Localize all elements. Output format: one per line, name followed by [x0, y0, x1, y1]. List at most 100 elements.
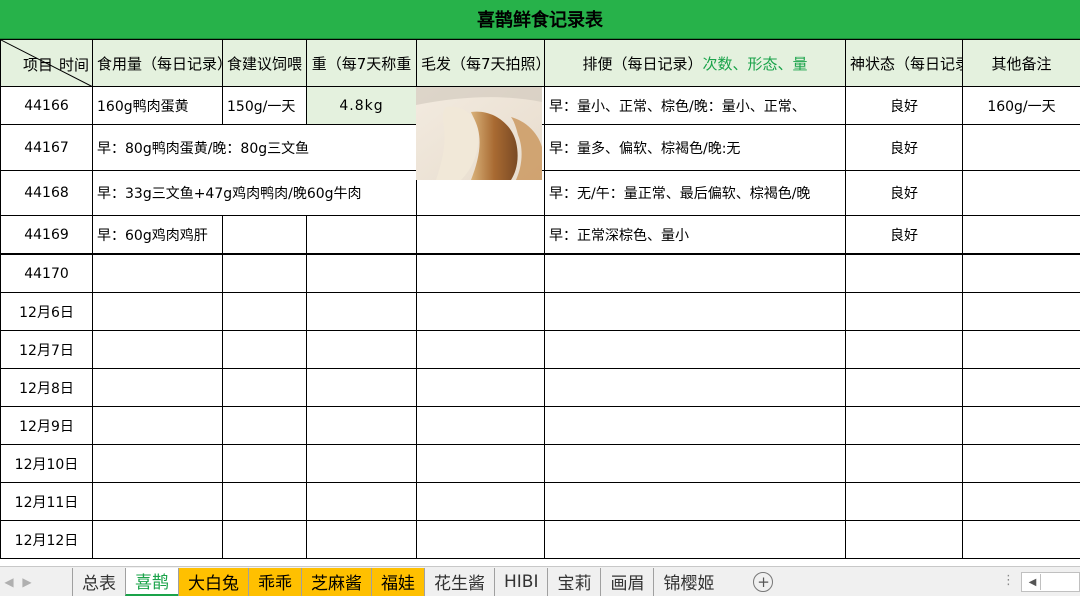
cell-empty[interactable]	[306, 254, 417, 293]
cell-stool[interactable]: 早：无/午：量正常、最后偏软、棕褐色/晚	[544, 170, 846, 216]
header-notes[interactable]: 其他备注	[962, 39, 1080, 87]
sheet-tab[interactable]: 花生酱	[424, 567, 494, 596]
cell-empty[interactable]	[962, 254, 1080, 293]
cell-id[interactable]: 44166	[0, 86, 93, 125]
cell-empty[interactable]	[222, 520, 307, 559]
cell-empty[interactable]	[92, 406, 223, 445]
cell-empty[interactable]	[306, 482, 417, 521]
cell-weight[interactable]	[306, 215, 417, 254]
header-suggest[interactable]: 食建议饲喂	[222, 39, 307, 87]
sheet-tab[interactable]: 福娃	[371, 567, 424, 596]
scroll-left-arrow-icon[interactable]: ◀	[1025, 574, 1041, 590]
cell-empty[interactable]	[962, 482, 1080, 521]
cell-empty[interactable]	[845, 482, 963, 521]
cell-empty[interactable]	[306, 520, 417, 559]
sheet-tab[interactable]: 大白兔	[178, 567, 248, 596]
cell-empty[interactable]	[962, 368, 1080, 407]
cell-empty[interactable]	[962, 292, 1080, 331]
cell-empty[interactable]	[544, 406, 846, 445]
cell-empty[interactable]	[306, 330, 417, 369]
scroll-right-icon[interactable]: ▶	[18, 575, 36, 589]
cell-notes[interactable]	[962, 215, 1080, 254]
cell-empty[interactable]	[306, 444, 417, 483]
header-weight[interactable]: 重（每7天称重	[306, 39, 417, 87]
cell-empty[interactable]	[544, 292, 846, 331]
cell-empty[interactable]	[962, 406, 1080, 445]
cell-empty[interactable]	[92, 482, 223, 521]
cell-empty[interactable]	[92, 254, 223, 293]
cell-date[interactable]: 12月6日	[0, 292, 93, 331]
cell-stool[interactable]: 早：正常深棕色、量小	[544, 215, 846, 254]
cell-date[interactable]: 12月7日	[0, 330, 93, 369]
cell-empty[interactable]	[92, 520, 223, 559]
cell-empty[interactable]	[544, 482, 846, 521]
cell-empty[interactable]	[962, 520, 1080, 559]
sheet-tab[interactable]: HIBI	[494, 567, 547, 596]
cell-empty[interactable]	[544, 444, 846, 483]
cell-food[interactable]: 早：60g鸡肉鸡肝	[92, 215, 223, 254]
cell-date[interactable]: 12月11日	[0, 482, 93, 521]
cell-fur[interactable]	[416, 215, 545, 254]
cell-empty[interactable]	[845, 330, 963, 369]
cell-empty[interactable]	[544, 254, 846, 293]
cell-empty[interactable]	[845, 292, 963, 331]
cell-empty[interactable]	[544, 520, 846, 559]
cell-empty[interactable]	[222, 406, 307, 445]
cell-empty[interactable]	[222, 330, 307, 369]
cell-date[interactable]: 12月12日	[0, 520, 93, 559]
header-mood[interactable]: 神状态（每日记录	[845, 39, 963, 87]
more-options-icon[interactable]: ⋮	[1002, 573, 1015, 588]
cell-empty[interactable]	[306, 406, 417, 445]
sheet-title[interactable]: 喜鹊鲜食记录表	[0, 0, 1080, 39]
sheet-tab[interactable]: 锦樱姬	[653, 567, 723, 596]
sheet-tab[interactable]: 总表	[72, 567, 125, 596]
cell-notes[interactable]	[962, 124, 1080, 171]
cell-empty[interactable]	[845, 520, 963, 559]
cell-date[interactable]: 12月9日	[0, 406, 93, 445]
cell-empty[interactable]	[416, 520, 545, 559]
cell-empty[interactable]	[306, 368, 417, 407]
cell-empty[interactable]	[222, 368, 307, 407]
cell-empty[interactable]	[306, 292, 417, 331]
sheet-tab[interactable]: 宝莉	[547, 567, 600, 596]
cell-empty[interactable]	[962, 330, 1080, 369]
cell-empty[interactable]	[962, 444, 1080, 483]
cell-empty[interactable]	[845, 444, 963, 483]
cell-empty[interactable]	[416, 254, 545, 293]
header-stool[interactable]: 排便（每日记录）次数、形态、量	[544, 39, 846, 87]
cell-notes[interactable]	[962, 170, 1080, 216]
cell-id[interactable]: 44168	[0, 170, 93, 216]
cell-stool[interactable]: 早：量小、正常、棕色/晚：量小、正常、	[544, 86, 846, 125]
cell-mood[interactable]: 良好	[845, 170, 963, 216]
cell-weight[interactable]: 4.8kg	[306, 86, 417, 125]
cell-mood[interactable]: 良好	[845, 86, 963, 125]
cell-notes[interactable]: 160g/一天	[962, 86, 1080, 125]
cell-empty[interactable]	[92, 292, 223, 331]
horizontal-scrollbar[interactable]: ◀	[1021, 572, 1080, 592]
header-fur[interactable]: 毛发（每7天拍照）	[416, 39, 545, 87]
cell-empty[interactable]	[416, 444, 545, 483]
sheet-tab[interactable]: 乖乖	[248, 567, 301, 596]
cell-empty[interactable]	[416, 330, 545, 369]
cell-food[interactable]: 160g鸭肉蛋黄	[92, 86, 223, 125]
cell-id[interactable]: 44167	[0, 124, 93, 171]
cat-fur-photo[interactable]	[416, 87, 542, 180]
cell-empty[interactable]	[416, 292, 545, 331]
cell-empty[interactable]	[416, 368, 545, 407]
header-food[interactable]: 食用量（每日记录）	[92, 39, 223, 87]
cell-mood[interactable]: 良好	[845, 124, 963, 171]
cell-food[interactable]: 早：80g鸭肉蛋黄/晚：80g三文鱼	[92, 124, 417, 171]
cell-suggest[interactable]: 150g/一天	[222, 86, 307, 125]
cell-mood[interactable]: 良好	[845, 215, 963, 254]
cell-stool[interactable]: 早：量多、偏软、棕褐色/晚:无	[544, 124, 846, 171]
cell-empty[interactable]	[92, 444, 223, 483]
cell-empty[interactable]	[544, 368, 846, 407]
sheet-tab[interactable]: 喜鹊	[125, 567, 178, 596]
cell-empty[interactable]	[416, 406, 545, 445]
cell-empty[interactable]	[845, 368, 963, 407]
cell-empty[interactable]	[845, 254, 963, 293]
cell-food[interactable]: 早：33g三文鱼+47g鸡肉鸭肉/晚60g牛肉	[92, 170, 417, 216]
cell-empty[interactable]	[92, 368, 223, 407]
cell-empty[interactable]	[544, 330, 846, 369]
cell-date[interactable]: 12月8日	[0, 368, 93, 407]
